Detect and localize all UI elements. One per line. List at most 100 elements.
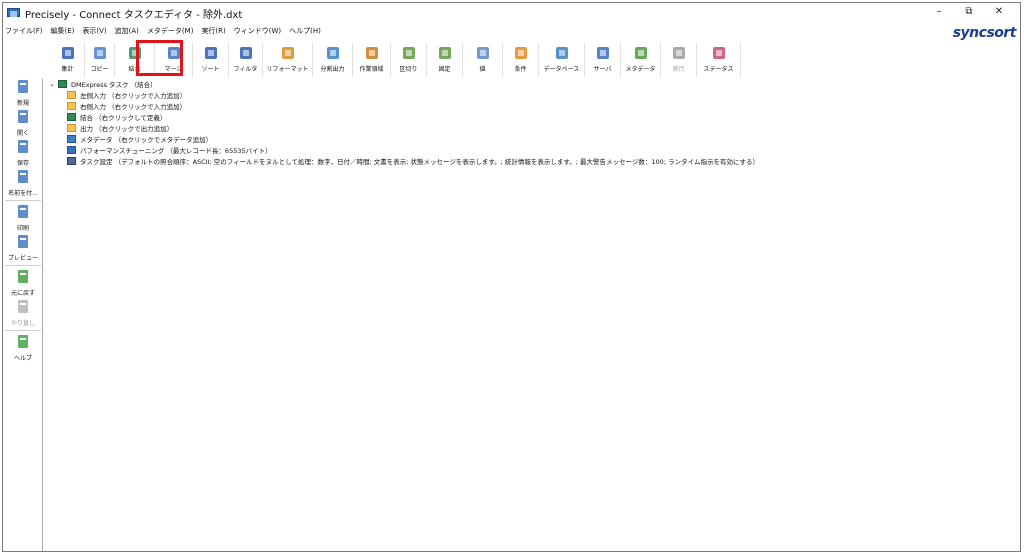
toolbar-button-label: 実行	[672, 66, 685, 73]
toolbar-button-label: データベース	[543, 66, 580, 73]
preview-icon	[15, 234, 31, 252]
sidebar-divider	[5, 330, 41, 331]
toolbar-button-4[interactable]: ソート	[193, 43, 229, 77]
new-file-icon	[15, 79, 31, 97]
toolbar-button-11[interactable]: 値	[463, 43, 503, 77]
folder-icon	[67, 101, 76, 110]
highlight-box	[136, 40, 183, 76]
sidebar-button-1[interactable]: 開く	[3, 109, 43, 137]
sidebar-button-label: 保存	[16, 160, 29, 167]
toolbar-button-17[interactable]: ステータス	[697, 43, 741, 77]
chevron-down-icon[interactable]: ⌄	[49, 80, 58, 88]
tree-item[interactable]: 結合 （右クリックして定義）	[49, 111, 759, 122]
toolbar-button-label: ソート	[201, 66, 220, 73]
sidebar-button-4[interactable]: 印刷	[3, 204, 43, 232]
toolbar-button-13[interactable]: データベース	[539, 43, 585, 77]
toolbar-button-label: 集計	[61, 66, 74, 73]
status-icon	[711, 45, 727, 61]
folder-icon	[67, 123, 76, 132]
toolbar-button-16[interactable]: 実行	[661, 43, 697, 77]
menu-file[interactable]: ファイル(F)	[5, 26, 43, 36]
undo-icon	[15, 269, 31, 287]
tree-item[interactable]: タスク設定 （デフォルトの照合順序：ASCII; 空のフィールドをヌルとして処理…	[49, 155, 759, 166]
sidebar-button-5[interactable]: プレビュー	[3, 234, 43, 262]
toolbar-button-8[interactable]: 作業領域	[353, 43, 391, 77]
sidebar-button-7[interactable]: やり直し	[3, 299, 43, 327]
sidebar-button-3[interactable]: 名前を付...	[3, 169, 43, 197]
print-icon	[15, 204, 31, 222]
menu-metadata[interactable]: メタデータ(M)	[147, 26, 194, 36]
toolbar-button-label: サーバ	[593, 66, 612, 73]
left-toolbar: 新規開く保存名前を付... 印刷プレビュー元に戻すやり直しヘルプ	[3, 79, 43, 551]
help-icon	[15, 334, 31, 352]
sidebar-divider	[5, 200, 41, 201]
sidebar-button-label: 元に戻す	[10, 290, 35, 297]
tree-root-label: DMExpress タスク （結合）	[71, 80, 157, 89]
tree-item[interactable]: パフォーマンスチューニング （最大レコード長：65535バイト）	[49, 144, 759, 155]
sidebar-button-label: やり直し	[10, 320, 35, 327]
sidebar-button-0[interactable]: 新規	[3, 79, 43, 107]
tree-item-label: メタデータ （右クリックでメタデータ追加）	[80, 135, 213, 144]
toolbar-button-label: フィルタ	[233, 66, 258, 73]
metadata-node-icon	[67, 134, 76, 143]
toolbar-button-1[interactable]: コピー	[85, 43, 115, 77]
sidebar-button-label: 印刷	[16, 225, 29, 232]
condition-icon	[513, 45, 529, 61]
toolbar-button-14[interactable]: サーバ	[585, 43, 621, 77]
database-icon	[554, 45, 570, 61]
task-tree: ⌄ DMExpress タスク （結合） 左側入力 （右クリックで入力追加） 右側…	[49, 78, 759, 166]
menu-view[interactable]: 表示(V)	[82, 26, 106, 36]
minimize-button[interactable]: –	[924, 5, 954, 19]
tree-item[interactable]: 右側入力 （右クリックで入力追加）	[49, 100, 759, 111]
toolbar-button-15[interactable]: メタデータ	[621, 43, 661, 77]
menu-add[interactable]: 追加(A)	[115, 26, 139, 36]
join-node-icon	[67, 112, 76, 121]
brand-logo: syncsort	[952, 25, 1017, 41]
open-folder-icon	[15, 109, 31, 127]
sidebar-button-label: ヘルプ	[13, 355, 32, 362]
menu-edit[interactable]: 編集(E)	[51, 26, 75, 36]
toolbar-button-label: コピー	[90, 66, 109, 73]
tree-item[interactable]: 出力 （右クリックで出力追加）	[49, 122, 759, 133]
delimiter-icon	[401, 45, 417, 61]
toolbar-button-label: 区切り	[399, 66, 418, 73]
menu-bar: ファイル(F) 編集(E) 表示(V) 追加(A) メタデータ(M) 実行(R)…	[3, 24, 329, 38]
filter-icon	[238, 45, 254, 61]
menu-window[interactable]: ウィンドウ(W)	[234, 26, 281, 36]
tree-root[interactable]: ⌄ DMExpress タスク （結合）	[49, 78, 759, 89]
tree-item[interactable]: メタデータ （右クリックでメタデータ追加）	[49, 133, 759, 144]
toolbar-button-label: 作業領域	[359, 66, 384, 73]
server-icon	[595, 45, 611, 61]
toolbar-button-5[interactable]: フィルタ	[229, 43, 263, 77]
redo-icon	[15, 299, 31, 317]
restore-button[interactable]: ⧉	[954, 5, 984, 19]
sidebar-button-label: 新規	[16, 100, 29, 107]
toolbar-button-6[interactable]: リフォーマット	[263, 43, 313, 77]
sidebar-divider	[5, 265, 41, 266]
sidebar-button-label: 開く	[16, 130, 29, 137]
toolbar-button-0[interactable]: 集計	[51, 43, 85, 77]
reformat-icon	[280, 45, 296, 61]
menu-help[interactable]: ヘルプ(H)	[289, 26, 321, 36]
app-window: Precisely - Connect タスクエディタ - 除外.dxt – ⧉…	[2, 2, 1021, 552]
task-settings-icon	[67, 156, 76, 165]
window-title: Precisely - Connect タスクエディタ - 除外.dxt	[25, 9, 243, 21]
toolbar-button-9[interactable]: 区切り	[391, 43, 427, 77]
toolbar-button-label: 固定	[438, 66, 451, 73]
run-icon	[671, 45, 687, 61]
menu-run[interactable]: 実行(R)	[201, 26, 225, 36]
toolbar-button-10[interactable]: 固定	[427, 43, 463, 77]
sidebar-button-2[interactable]: 保存	[3, 139, 43, 167]
tree-item-label: 結合 （右クリックして定義）	[80, 113, 167, 122]
folder-icon	[67, 90, 76, 99]
tree-item[interactable]: 左側入力 （右クリックで入力追加）	[49, 89, 759, 100]
sidebar-button-label: 名前を付...	[8, 190, 38, 197]
copy-icon	[92, 45, 108, 61]
tree-item-label: タスク設定 （デフォルトの照合順序：ASCII; 空のフィールドをヌルとして処理…	[80, 157, 760, 166]
sidebar-button-8[interactable]: ヘルプ	[3, 334, 43, 362]
toolbar-button-7[interactable]: 分割出力	[313, 43, 353, 77]
fixed-icon	[437, 45, 453, 61]
toolbar-button-12[interactable]: 条件	[503, 43, 539, 77]
sidebar-button-6[interactable]: 元に戻す	[3, 269, 43, 297]
close-button[interactable]: ✕	[984, 5, 1014, 19]
